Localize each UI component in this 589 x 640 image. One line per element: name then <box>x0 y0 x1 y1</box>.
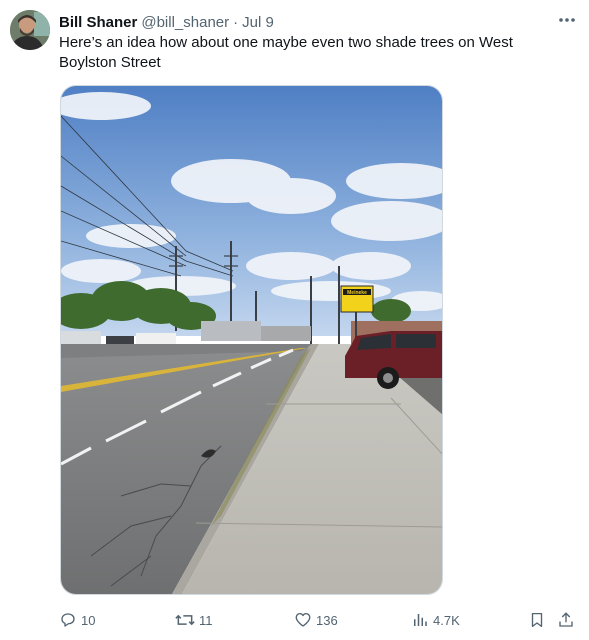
like-button[interactable]: 136 <box>294 608 338 632</box>
tweet-date[interactable]: Jul 9 <box>242 14 274 31</box>
reply-count: 10 <box>81 612 96 628</box>
avatar[interactable] <box>10 10 50 50</box>
tweet-header: Bill Shaner @bill_shaner · Jul 9 <box>59 12 274 32</box>
sign-text: Meineke <box>347 290 367 296</box>
more-options-button[interactable] <box>556 10 578 30</box>
street-photo: Meineke <box>61 86 442 594</box>
like-icon <box>295 612 311 627</box>
retweet-button[interactable]: 11 <box>175 608 213 632</box>
tweet-photo[interactable]: Meineke <box>60 85 443 595</box>
share-button[interactable] <box>557 608 575 632</box>
reply-icon <box>61 613 75 627</box>
author-name[interactable]: Bill Shaner <box>59 14 137 31</box>
bookmark-button[interactable] <box>528 608 546 632</box>
share-icon <box>559 612 573 627</box>
bookmark-icon <box>531 612 543 628</box>
views-icon <box>414 614 427 626</box>
tweet-text: Here’s an idea how about one maybe even … <box>59 34 513 71</box>
header-separator: · <box>233 13 239 31</box>
avatar-image <box>10 10 50 50</box>
views-button[interactable]: 4.7K <box>411 608 460 632</box>
author-handle[interactable]: @bill_shaner <box>141 14 229 31</box>
reply-button[interactable]: 10 <box>59 608 95 632</box>
retweet-icon <box>175 614 195 626</box>
more-horizontal-icon <box>559 18 575 22</box>
views-count: 4.7K <box>433 612 460 628</box>
action-bar: 10 11 136 4.7K <box>0 608 589 632</box>
like-count: 136 <box>316 612 338 628</box>
retweet-count: 11 <box>199 612 213 628</box>
